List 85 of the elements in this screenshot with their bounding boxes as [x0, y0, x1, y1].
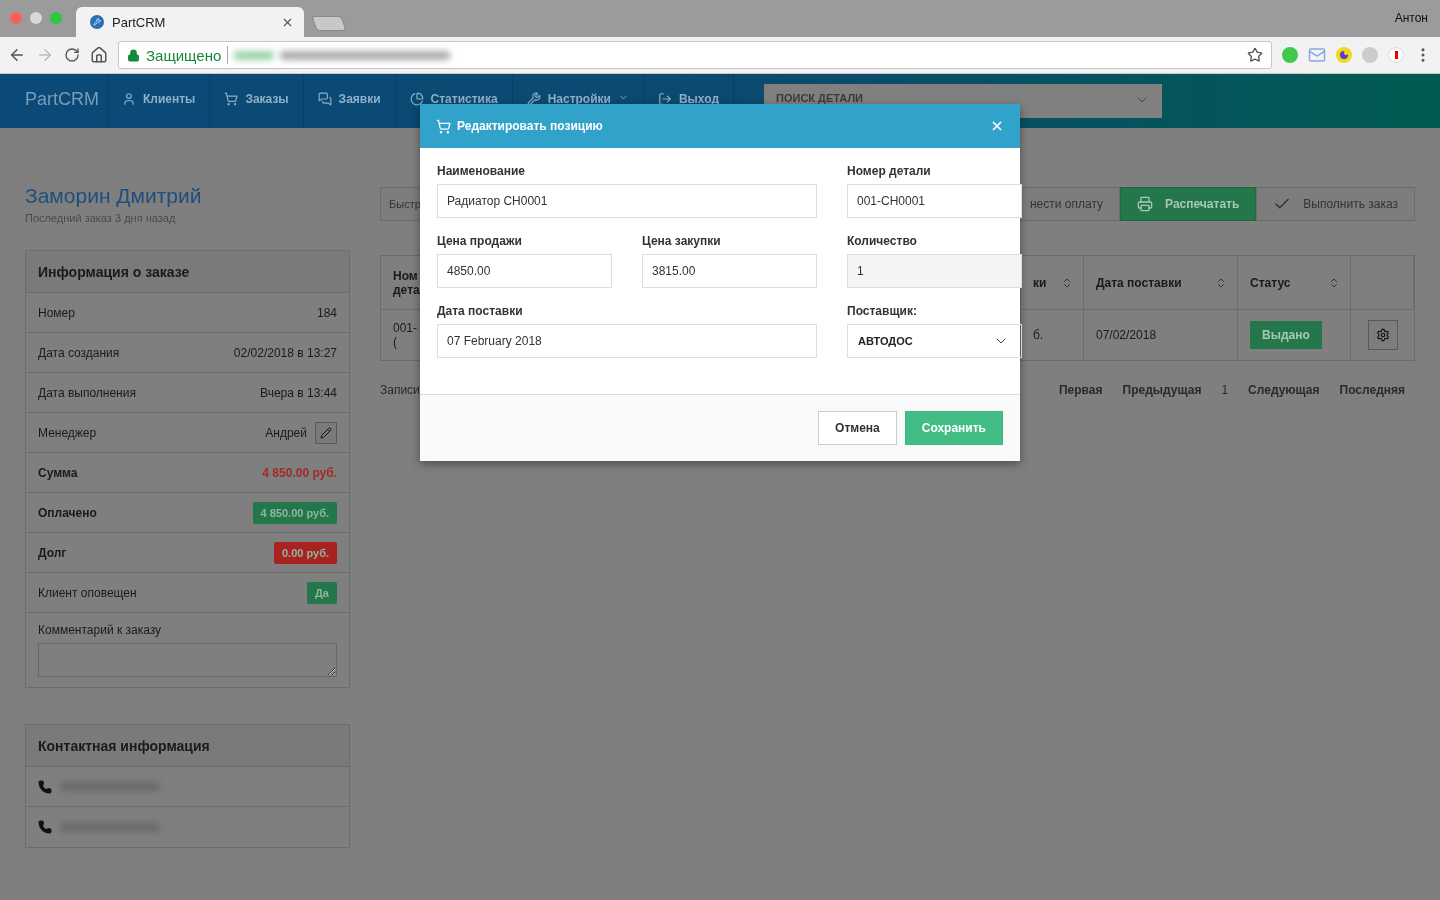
home-icon[interactable]	[90, 46, 108, 64]
column-header[interactable]: Статус	[1238, 256, 1351, 310]
row-value: Вчера в 13:44	[260, 385, 337, 400]
extension-icon[interactable]	[1388, 47, 1404, 63]
row-label: Клиент оповещен	[38, 585, 137, 600]
row-value: Андрей	[265, 425, 307, 440]
toolbar-button[interactable]: Распечатать	[1120, 187, 1257, 221]
phone-icon	[38, 779, 52, 794]
status-badge: Да	[307, 581, 337, 604]
comment-label: Комментарий к заказу	[38, 623, 163, 637]
chat-icon	[317, 92, 332, 106]
text-input[interactable]: 4850.00	[437, 254, 612, 288]
row-value: 184	[316, 305, 337, 320]
row-label: Долг	[38, 545, 67, 560]
cancel-button[interactable]: Отмена	[818, 411, 897, 445]
security-label: Защищено	[146, 46, 222, 64]
edit-button[interactable]	[315, 421, 337, 444]
cart-icon	[436, 118, 451, 134]
save-button[interactable]: Сохранить	[904, 411, 1003, 445]
text-input[interactable]: 001-CH0001	[847, 184, 1022, 218]
field-label: Дата поставки	[437, 304, 524, 318]
browser-tab[interactable]: PartCRM	[76, 7, 304, 37]
close-button[interactable]	[990, 119, 1004, 133]
sort-icon	[1328, 276, 1340, 289]
row-label: Дата создания	[38, 345, 120, 360]
pagination-link[interactable]: Предыдущая	[1112, 383, 1212, 397]
pagination-link[interactable]: Последняя	[1329, 383, 1415, 397]
row-label: Номер	[38, 305, 75, 320]
tools-favicon-icon	[90, 15, 104, 29]
table-cell: 07/02/2018	[1084, 310, 1238, 360]
row-label: Дата выполнения	[38, 385, 136, 400]
row-label: Оплачено	[38, 505, 97, 520]
status-badge: 4 850.00 руб.	[252, 501, 337, 524]
printer-icon	[1137, 196, 1154, 212]
bookmark-star-icon[interactable]	[1247, 47, 1263, 63]
field-label: Цена закупки	[642, 234, 722, 248]
cart-icon	[224, 92, 239, 106]
nav-link[interactable]: Заказы	[210, 74, 304, 128]
panel-title: Информация о заказе	[26, 251, 349, 293]
row-label: Менеджер	[38, 425, 97, 440]
exit-icon	[657, 92, 672, 106]
settings-icon	[1375, 328, 1390, 342]
settings-button[interactable]	[1367, 320, 1398, 350]
address-bar[interactable]: Защищено	[118, 41, 1272, 69]
brand-logo[interactable]: PartCRM	[0, 74, 108, 128]
text-input[interactable]: Радиатор CH0001	[437, 184, 817, 218]
records-info: Записи	[380, 383, 420, 397]
pencil-icon	[320, 426, 332, 439]
sort-icon	[1215, 276, 1227, 289]
pagination-link[interactable]: Следующая	[1238, 383, 1330, 397]
table-cell: б.	[1021, 310, 1084, 360]
sort-icon	[1061, 276, 1073, 289]
field-label: Номер детали	[847, 164, 932, 178]
status-badge: Выдано	[1250, 321, 1322, 349]
lock-icon	[127, 48, 140, 62]
phone-icon	[38, 820, 52, 834]
panel-title: Контактная информация	[26, 725, 349, 767]
supplier-select[interactable]: АВТОДОС	[847, 324, 1022, 358]
field-label: Количество	[847, 234, 918, 248]
status-badge: 0.00 руб.	[274, 541, 337, 564]
field-label: Цена продажи	[437, 234, 523, 248]
nav-link[interactable]: Заявки	[303, 74, 396, 128]
text-input[interactable]: 07 February 2018	[437, 324, 817, 358]
toolbar-button[interactable]: Выполнить заказ	[1256, 187, 1415, 221]
row-value: 02/02/2018 в 13:27	[233, 345, 337, 360]
column-header[interactable]: Дата поставки	[1084, 256, 1238, 310]
customer-name: Заморин Дмитрий	[25, 184, 203, 208]
comment-field[interactable]	[38, 643, 337, 677]
row-label: Сумма	[38, 465, 78, 480]
field-label: Наименование	[437, 164, 527, 178]
person-icon	[122, 92, 136, 106]
readonly-input[interactable]: 1	[847, 254, 1022, 288]
blurred-url	[234, 50, 275, 60]
back-icon[interactable]	[8, 46, 26, 64]
text-input[interactable]: 3815.00	[642, 254, 817, 288]
wrench-icon	[526, 92, 541, 106]
amount-value: 4 850.00 руб.	[262, 465, 337, 480]
pagination-link[interactable]: Первая	[1048, 383, 1113, 397]
nav-link[interactable]: Клиенты	[108, 74, 211, 128]
field-label: Поставщик:	[847, 304, 918, 318]
pagination-link[interactable]: 1	[1211, 383, 1239, 397]
moon-icon[interactable]	[1336, 47, 1352, 63]
profile-name[interactable]: Антон	[1394, 11, 1428, 25]
pie-chart-icon	[409, 92, 424, 106]
reload-icon[interactable]	[64, 47, 80, 63]
